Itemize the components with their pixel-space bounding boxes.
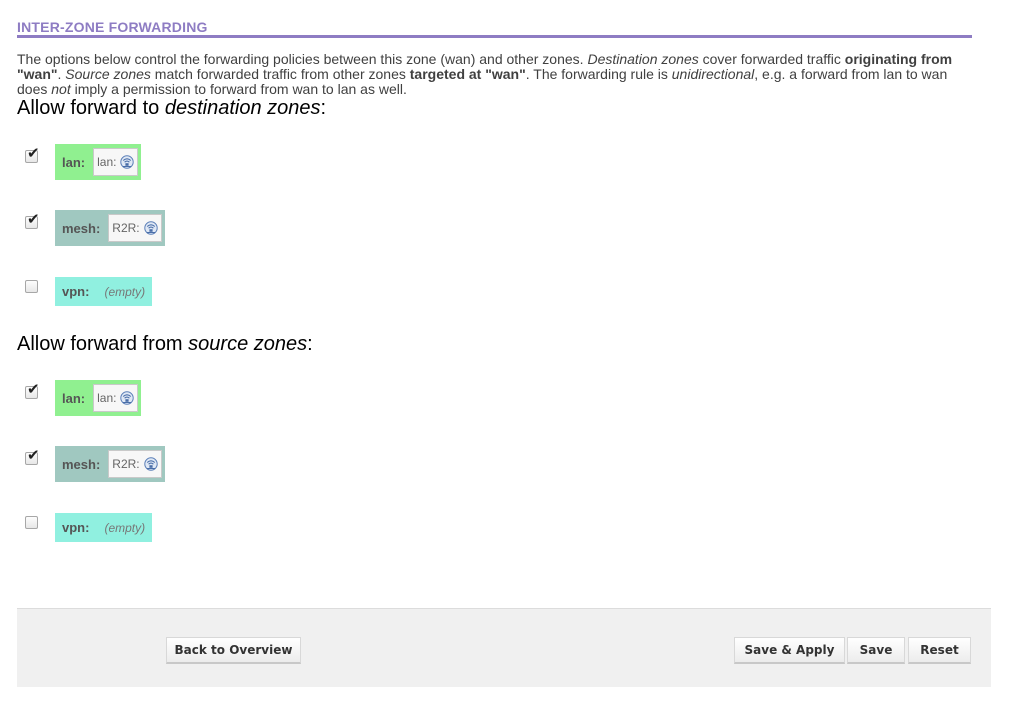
zone-badge: mesh: R2R: [55,210,165,246]
network-label: R2R: [112,457,140,471]
zone-name: lan: [62,390,86,406]
dest-zones-heading: Allow forward to destination zones: [17,97,326,119]
zone-name: lan: [62,154,86,170]
zone-checkbox[interactable] [25,280,38,293]
src-zones-heading: Allow forward from source zones: [17,333,313,355]
ethernet-icon [120,391,135,405]
zone-checkbox[interactable] [25,516,38,529]
ethernet-icon [120,155,135,169]
section-title: INTER-ZONE FORWARDING [17,20,972,38]
heading-text: destination zones [164,97,321,119]
desc-text: The options below control the forwarding… [17,51,588,67]
desc-text: Source zones [65,66,151,82]
heading-text: Allow forward to [17,97,165,119]
desc-text: unidirectional [671,66,755,82]
zone-name: mesh: [62,456,101,472]
zone-badge: mesh: R2R: [55,446,165,482]
desc-text: imply a permission to forward from wan t… [70,81,407,97]
network-label: lan: [97,155,117,169]
ethernet-icon [143,221,158,235]
desc-text: targeted at "wan" [409,66,526,82]
zone-badge: vpn: (empty) [55,277,153,306]
network-label: lan: [97,391,117,405]
zone-name: vpn: [62,284,90,299]
desc-text: cover forwarded traffic [698,51,845,67]
heading-text: : [307,333,313,355]
save-apply-button[interactable]: Save & Apply [734,637,845,664]
zone-badge: lan: lan: [55,144,142,180]
save-button[interactable]: Save [847,637,905,664]
zone-checkbox[interactable]: ✔ [25,382,40,399]
check-icon: ✔ [27,210,40,228]
zone-empty-label: (empty) [104,284,146,299]
network-badge: R2R: [108,450,162,478]
zone-badge: vpn: (empty) [55,513,153,542]
network-badge: lan: [93,148,139,176]
check-icon: ✔ [27,446,40,464]
heading-text: : [320,97,327,119]
zone-checkbox[interactable]: ✔ [25,448,40,465]
section-description: The options below control the forwarding… [17,52,972,97]
desc-text: Destination zones [587,51,699,67]
check-icon: ✔ [27,380,40,398]
ethernet-icon [143,457,158,471]
zone-empty-label: (empty) [104,520,146,535]
desc-text: not [51,81,71,97]
zone-checkbox[interactable]: ✔ [25,146,40,163]
network-label: R2R: [112,221,140,235]
zone-checkbox[interactable]: ✔ [25,212,40,229]
check-icon: ✔ [27,144,40,162]
zone-name: vpn: [62,520,90,535]
zone-name: mesh: [62,220,101,236]
zone-badge: lan: lan: [55,380,142,416]
form-footer: Back to Overview Save & Apply Save Reset [17,608,991,687]
reset-button[interactable]: Reset [908,637,971,664]
back-to-overview-button[interactable]: Back to Overview [166,637,301,664]
network-badge: R2R: [108,214,162,242]
desc-text: . The forwarding rule is [525,66,672,82]
heading-text: source zones [188,333,308,355]
heading-text: Allow forward from [17,333,189,355]
desc-text: match forwarded traffic from other zones [150,66,410,82]
network-badge: lan: [93,384,139,412]
